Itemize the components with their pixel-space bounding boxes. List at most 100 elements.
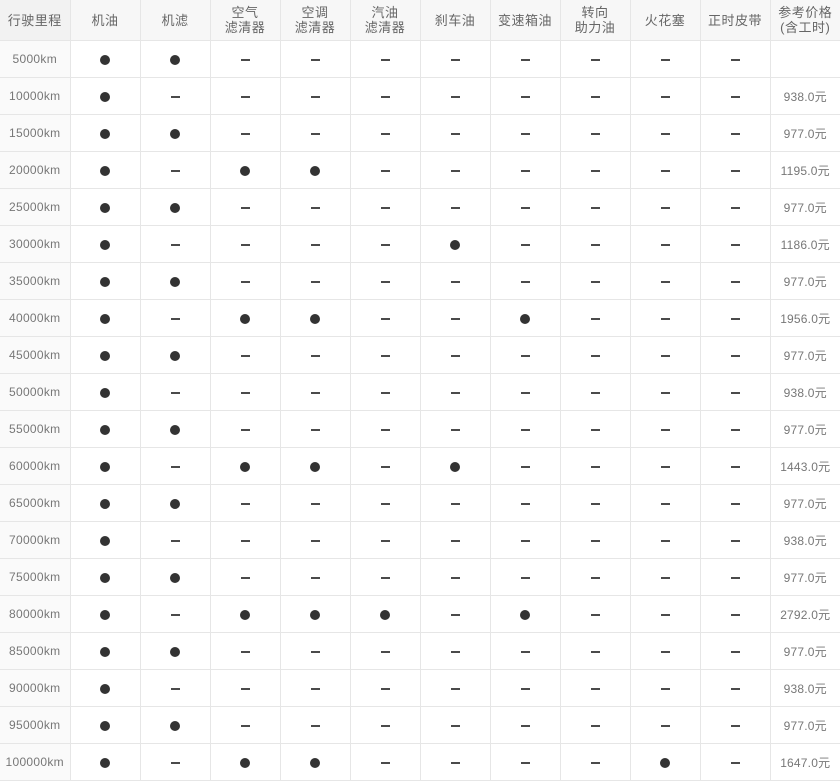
no-service-dash-icon <box>591 762 600 764</box>
no-service-dash-icon <box>381 725 390 727</box>
service-cell-timing_belt <box>700 448 770 485</box>
service-cell-fuel_filter <box>350 226 420 263</box>
service-cell-brake_fluid <box>420 374 490 411</box>
service-cell-engine_oil <box>70 152 140 189</box>
service-cell-power_steering_oil <box>560 374 630 411</box>
no-service-dash-icon <box>451 318 460 320</box>
no-service-dash-icon <box>451 96 460 98</box>
service-cell-gearbox_oil <box>490 115 560 152</box>
no-service-dash-icon <box>451 503 460 505</box>
service-cell-power_steering_oil <box>560 152 630 189</box>
replace-dot-icon <box>100 499 110 509</box>
service-cell-power_steering_oil <box>560 411 630 448</box>
no-service-dash-icon <box>661 614 670 616</box>
column-header-oil_filter: 机滤 <box>140 0 210 41</box>
no-service-dash-icon <box>381 355 390 357</box>
no-service-dash-icon <box>521 651 530 653</box>
service-cell-engine_oil <box>70 374 140 411</box>
column-header-ac_filter: 空调滤清器 <box>280 0 350 41</box>
service-cell-power_steering_oil <box>560 744 630 781</box>
service-cell-gearbox_oil <box>490 744 560 781</box>
service-cell-power_steering_oil <box>560 78 630 115</box>
service-cell-oil_filter <box>140 670 210 707</box>
column-header-line: 机油 <box>71 13 140 28</box>
service-cell-air_filter <box>210 263 280 300</box>
price-cell <box>770 41 840 78</box>
price-cell: 1186.0元 <box>770 226 840 263</box>
column-header-timing_belt: 正时皮带 <box>700 0 770 41</box>
no-service-dash-icon <box>591 503 600 505</box>
service-cell-engine_oil <box>70 522 140 559</box>
price-cell: 977.0元 <box>770 337 840 374</box>
table-row: 10000km938.0元 <box>0 78 840 115</box>
no-service-dash-icon <box>241 503 250 505</box>
service-cell-ac_filter <box>280 559 350 596</box>
service-cell-spark_plug <box>630 448 700 485</box>
price-cell: 977.0元 <box>770 485 840 522</box>
service-cell-oil_filter <box>140 522 210 559</box>
price-cell: 938.0元 <box>770 522 840 559</box>
table-row: 25000km977.0元 <box>0 189 840 226</box>
replace-dot-icon <box>100 203 110 213</box>
service-cell-air_filter <box>210 707 280 744</box>
no-service-dash-icon <box>241 725 250 727</box>
column-header-spark_plug: 火花塞 <box>630 0 700 41</box>
no-service-dash-icon <box>381 59 390 61</box>
no-service-dash-icon <box>591 170 600 172</box>
no-service-dash-icon <box>451 355 460 357</box>
no-service-dash-icon <box>731 614 740 616</box>
no-service-dash-icon <box>451 688 460 690</box>
service-cell-gearbox_oil <box>490 189 560 226</box>
service-cell-spark_plug <box>630 41 700 78</box>
no-service-dash-icon <box>731 318 740 320</box>
price-cell: 1195.0元 <box>770 152 840 189</box>
column-header-brake_fluid: 刹车油 <box>420 0 490 41</box>
service-cell-timing_belt <box>700 633 770 670</box>
service-cell-gearbox_oil <box>490 263 560 300</box>
no-service-dash-icon <box>731 96 740 98</box>
column-header-line: 参考价格 <box>771 5 840 20</box>
service-cell-ac_filter <box>280 78 350 115</box>
price-cell: 977.0元 <box>770 633 840 670</box>
service-cell-ac_filter <box>280 115 350 152</box>
price-value: 1443.0元 <box>780 460 830 474</box>
table-row: 70000km 938.0元 <box>0 522 840 559</box>
no-service-dash-icon <box>521 96 530 98</box>
column-header-line: 助力油 <box>561 20 630 35</box>
no-service-dash-icon <box>311 392 320 394</box>
no-service-dash-icon <box>311 207 320 209</box>
service-cell-spark_plug <box>630 559 700 596</box>
no-service-dash-icon <box>381 244 390 246</box>
no-service-dash-icon <box>661 651 670 653</box>
column-header-line: 正时皮带 <box>701 13 770 28</box>
no-service-dash-icon <box>171 244 180 246</box>
column-header-power_steering_oil: 转向助力油 <box>560 0 630 41</box>
no-service-dash-icon <box>171 762 180 764</box>
no-service-dash-icon <box>521 540 530 542</box>
no-service-dash-icon <box>451 59 460 61</box>
price-value: 938.0元 <box>784 90 827 104</box>
no-service-dash-icon <box>311 725 320 727</box>
table-row: 65000km977.0元 <box>0 485 840 522</box>
service-cell-power_steering_oil <box>560 485 630 522</box>
service-cell-fuel_filter <box>350 596 420 633</box>
no-service-dash-icon <box>661 688 670 690</box>
service-cell-engine_oil <box>70 263 140 300</box>
service-cell-brake_fluid <box>420 189 490 226</box>
no-service-dash-icon <box>521 244 530 246</box>
replace-dot-icon <box>310 462 320 472</box>
no-service-dash-icon <box>521 207 530 209</box>
table-row: 95000km977.0元 <box>0 707 840 744</box>
service-cell-air_filter <box>210 744 280 781</box>
mileage-cell: 70000km <box>0 522 70 559</box>
replace-dot-icon <box>170 425 180 435</box>
no-service-dash-icon <box>591 577 600 579</box>
service-cell-ac_filter <box>280 41 350 78</box>
service-cell-gearbox_oil <box>490 596 560 633</box>
no-service-dash-icon <box>381 96 390 98</box>
mileage-cell: 60000km <box>0 448 70 485</box>
replace-dot-icon <box>100 166 110 176</box>
service-cell-spark_plug <box>630 670 700 707</box>
no-service-dash-icon <box>661 429 670 431</box>
table-row: 100000km1647.0元 <box>0 744 840 781</box>
